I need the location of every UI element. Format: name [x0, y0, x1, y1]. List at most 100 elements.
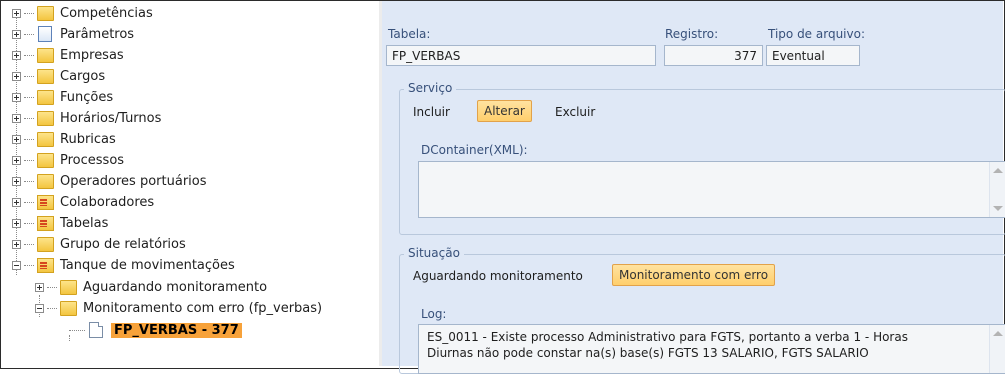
tipo-arquivo-field[interactable]: Eventual — [766, 45, 860, 66]
tree-item-label: Colaboradores — [60, 194, 155, 210]
tree-connector — [47, 286, 57, 288]
folder-icon — [60, 279, 77, 295]
registro-field[interactable]: 377 — [664, 45, 763, 66]
expand-icon[interactable] — [12, 176, 21, 186]
dcontainer-scrollbar[interactable] — [989, 162, 1005, 217]
tree-item-tabelas[interactable]: Tabelas — [12, 213, 108, 233]
folder-icon — [37, 89, 54, 105]
tree-connector — [24, 117, 34, 119]
tree-item-label: Parâmetros — [60, 26, 135, 42]
tree-item-selected-record[interactable]: FP_VERBAS - 377 — [69, 320, 242, 340]
tree-item-label: Operadores portuários — [60, 173, 207, 189]
collapse-icon[interactable] — [12, 260, 21, 270]
tree-item-label: Aguardando monitoramento — [83, 279, 268, 295]
tree-item-label: Competências — [60, 5, 153, 21]
folder-icon — [37, 236, 54, 252]
tree-item-processos[interactable]: Processos — [12, 150, 124, 170]
folder-icon — [37, 110, 54, 126]
folder-icon — [37, 68, 54, 84]
log-scrollbar[interactable] — [989, 325, 1005, 373]
tree-item-cargos[interactable]: Cargos — [12, 66, 105, 86]
folder-list-icon — [37, 215, 54, 231]
tipo-arquivo-label: Tipo de arquivo: — [768, 27, 866, 41]
folder-icon — [37, 47, 54, 63]
situacao-group-title: Situação — [404, 246, 464, 260]
tree-item-operadores-portuarios[interactable]: Operadores portuários — [12, 171, 207, 191]
expand-icon[interactable] — [12, 239, 21, 249]
tree-item-label: Rubricas — [60, 131, 116, 147]
tree-item-label: Monitoramento com erro (fp_verbas) — [83, 300, 323, 316]
tree-item-label: Horários/Turnos — [60, 110, 162, 126]
folder-icon — [37, 5, 54, 21]
tree-connector — [24, 222, 34, 224]
tree-connector — [24, 138, 34, 140]
monitoramento-com-erro-option[interactable]: Monitoramento com erro — [612, 264, 776, 286]
tree-connector — [47, 307, 57, 309]
tree-connector — [24, 12, 34, 14]
tree-connector — [24, 180, 34, 182]
folder-icon — [37, 173, 54, 189]
folder-icon — [37, 131, 54, 147]
tree-connector — [24, 243, 34, 245]
tree-connector — [24, 264, 34, 266]
scroll-up-icon[interactable] — [993, 168, 1003, 173]
tree-item-parametros[interactable]: Parâmetros — [12, 24, 134, 44]
dcontainer-textarea[interactable] — [418, 161, 1005, 218]
expand-icon[interactable] — [35, 282, 44, 292]
tree-item-horarios-turnos[interactable]: Horários/Turnos — [12, 108, 161, 128]
aguardando-monitoramento-option[interactable]: Aguardando monitoramento — [413, 269, 583, 283]
expand-icon[interactable] — [12, 29, 21, 39]
expand-icon[interactable] — [12, 113, 21, 123]
document-icon — [89, 322, 103, 338]
servico-group-title: Serviço — [404, 81, 457, 95]
expand-icon[interactable] — [12, 71, 21, 81]
navigation-tree[interactable]: Competências Parâmetros Empresas Cargos … — [1, 1, 379, 366]
expand-icon[interactable] — [12, 92, 21, 102]
tabela-field[interactable]: FP_VERBAS — [386, 45, 656, 66]
tree-connector — [24, 159, 34, 161]
log-line: Diurnas não pode constar na(s) base(s) F… — [427, 346, 869, 360]
tree-item-monitoramento-com-erro[interactable]: Monitoramento com erro (fp_verbas) — [35, 298, 322, 318]
expand-icon[interactable] — [12, 134, 21, 144]
tree-connector — [69, 329, 85, 331]
dcontainer-label: DContainer(XML): — [421, 143, 528, 157]
excluir-option[interactable]: Excluir — [555, 105, 595, 119]
expand-icon[interactable] — [12, 197, 21, 207]
tree-item-funcoes[interactable]: Funções — [12, 87, 113, 107]
detail-pane: Tabela: FP_VERBAS Registro: 377 Tipo de … — [382, 1, 1005, 374]
scroll-up-icon[interactable] — [993, 331, 1003, 336]
tree-connector — [24, 54, 34, 56]
expand-icon[interactable] — [12, 8, 21, 18]
tree-item-label: Tabelas — [60, 215, 109, 231]
tree-item-grupo-de-relatorios[interactable]: Grupo de relatórios — [12, 234, 186, 254]
log-textarea[interactable]: ES_0011 - Existe processo Administrativo… — [418, 324, 1005, 374]
tree-item-tanque-de-movimentacoes[interactable]: Tanque de movimentações — [12, 255, 235, 275]
tree-item-label: Funções — [60, 89, 114, 105]
scroll-down-icon[interactable] — [993, 206, 1003, 211]
tree-item-colaboradores[interactable]: Colaboradores — [12, 192, 154, 212]
incluir-option[interactable]: Incluir — [413, 105, 450, 119]
tree-item-rubricas[interactable]: Rubricas — [12, 129, 116, 149]
tree-item-empresas[interactable]: Empresas — [12, 45, 124, 65]
folder-icon — [60, 300, 77, 316]
tree-item-label: Tanque de movimentações — [60, 257, 235, 273]
expand-icon[interactable] — [12, 218, 21, 228]
log-label: Log: — [421, 307, 447, 321]
tree-item-label: Processos — [60, 152, 125, 168]
expand-icon[interactable] — [12, 50, 21, 60]
expand-icon[interactable] — [12, 155, 21, 165]
tree-connector — [24, 96, 34, 98]
tree-item-competencias[interactable]: Competências — [12, 3, 153, 23]
alterar-option[interactable]: Alterar — [477, 100, 532, 122]
folder-icon — [37, 152, 54, 168]
tabela-label: Tabela: — [388, 27, 431, 41]
tree-connector — [24, 201, 34, 203]
tree-connector — [24, 33, 34, 35]
tree-item-aguardando-monitoramento[interactable]: Aguardando monitoramento — [35, 277, 267, 297]
collapse-icon[interactable] — [35, 303, 44, 313]
tree-connector — [24, 75, 34, 77]
tree-item-label: Empresas — [60, 47, 124, 63]
tree-item-label: FP_VERBAS - 377 — [111, 322, 242, 338]
folder-list-icon — [37, 194, 54, 210]
folder-list-icon — [37, 257, 54, 273]
